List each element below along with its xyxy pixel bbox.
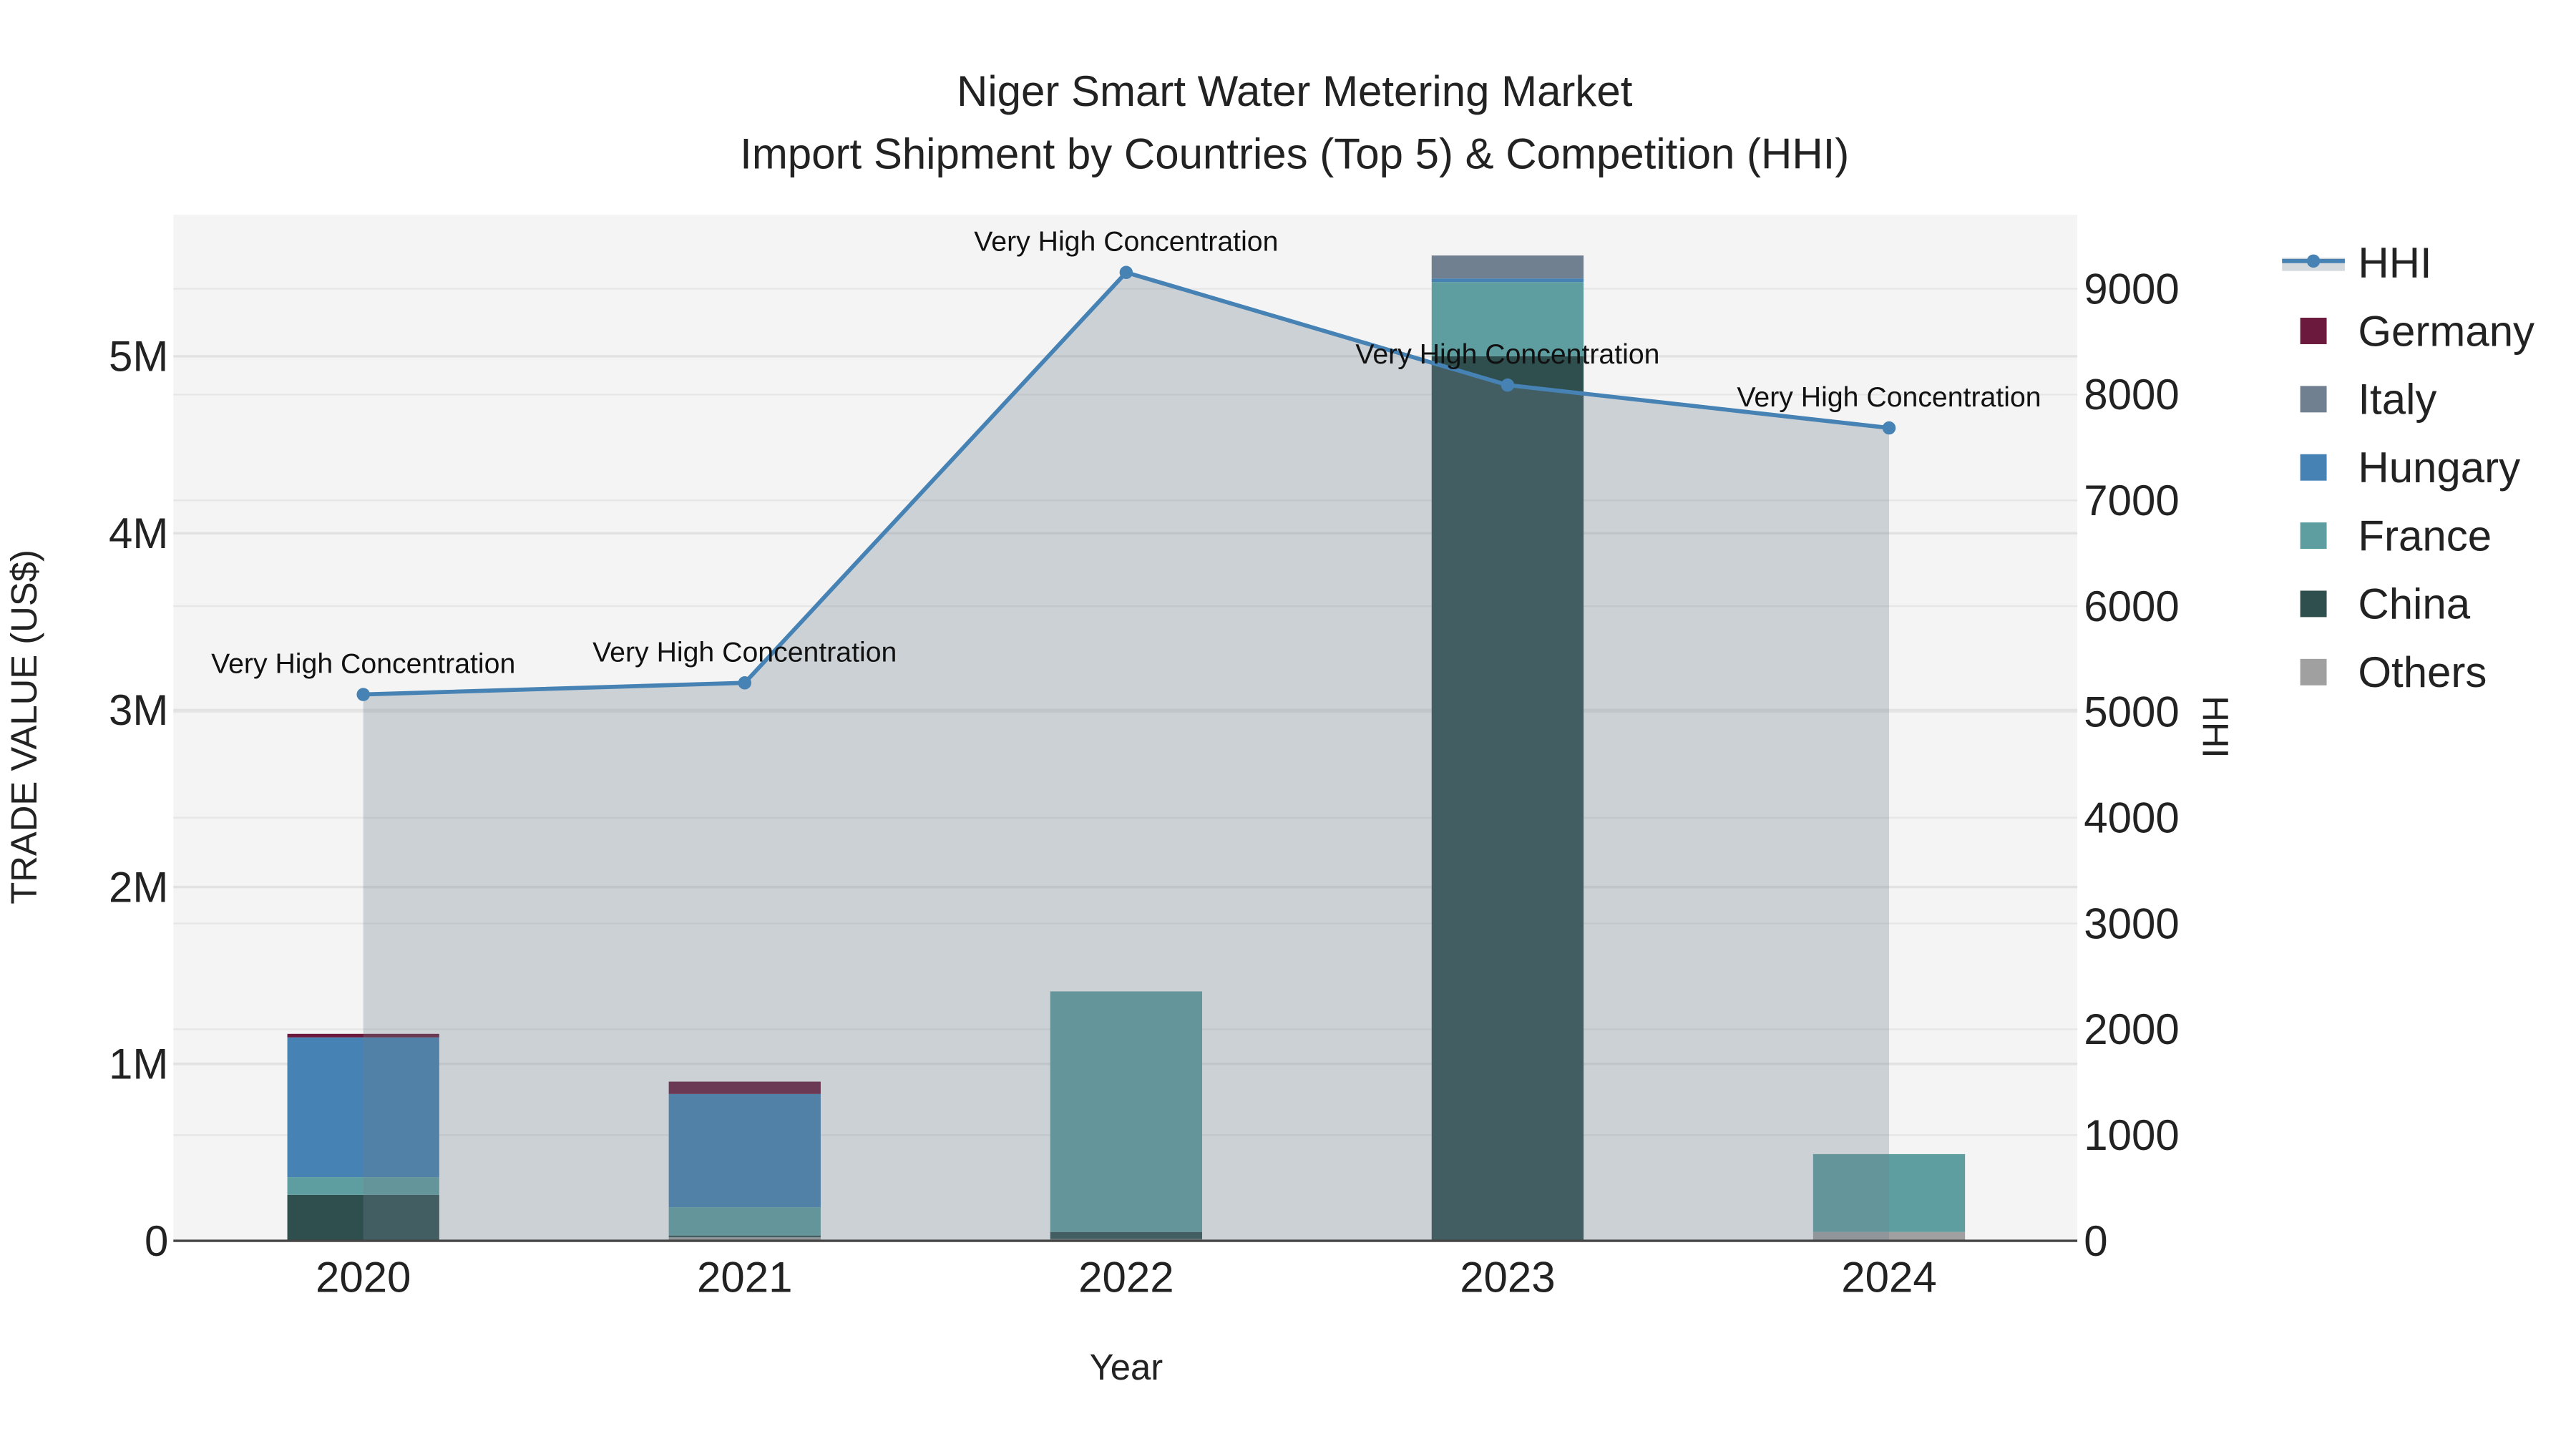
y2-tick-label: 6000: [2084, 582, 2179, 630]
y2-tick-label: 2000: [2084, 1005, 2179, 1053]
legend-swatch-others: [2300, 658, 2327, 686]
legend-label: Hungary: [2358, 444, 2520, 492]
y2-tick-label: 0: [2084, 1217, 2107, 1265]
legend-label: Germany: [2358, 307, 2534, 355]
y2-tick-label: 8000: [2084, 371, 2179, 419]
x-tick-label: 2022: [1078, 1254, 1174, 1302]
legend-swatch-china: [2300, 590, 2327, 618]
legend: HHI Germany Italy Hungary France China Others: [2282, 239, 2534, 696]
x-tick-label: 2021: [697, 1254, 792, 1302]
hhi-annotation: Very High Concentration: [592, 636, 897, 668]
legend-label: HHI: [2358, 239, 2431, 287]
x-tick-label: 2023: [1460, 1254, 1555, 1302]
bar-hungary-2023: [1431, 278, 1584, 283]
y-tick-label: 2M: [109, 863, 168, 911]
legend-swatch-italy: [2300, 386, 2327, 413]
y-tick-label: 3M: [109, 686, 168, 734]
hhi-annotation: Very High Concentration: [1355, 338, 1659, 370]
y-tick-label: 4M: [109, 509, 168, 557]
hhi-point: [1119, 265, 1133, 279]
legend-swatch-france: [2300, 522, 2327, 550]
chart-title: Niger Smart Water Metering Market: [957, 67, 1633, 115]
x-tick-label: 2024: [1841, 1254, 1936, 1302]
hhi-point: [738, 676, 751, 690]
hhi-annotation: Very High Concentration: [1737, 381, 2041, 413]
y2-tick-label: 4000: [2084, 794, 2179, 842]
y-axis-label: TRADE VALUE (US$): [4, 550, 44, 904]
y-tick-label: 0: [145, 1217, 168, 1265]
x-axis-label: Year: [1090, 1347, 1163, 1387]
y2-axis-label: HHI: [2195, 696, 2235, 758]
bar-italy-2023: [1431, 255, 1584, 279]
hhi-point: [1501, 378, 1515, 392]
chart: Niger Smart Water Metering Market Import…: [4, 67, 2534, 1387]
hhi-annotation: Very High Concentration: [211, 648, 515, 680]
y2-tick-label: 1000: [2084, 1111, 2179, 1159]
y2-tick-label: 7000: [2084, 477, 2179, 525]
x-tick-label: 2020: [316, 1254, 411, 1302]
legend-label: France: [2358, 512, 2492, 560]
hhi-point: [1882, 421, 1896, 435]
legend-swatch-hungary: [2300, 454, 2327, 481]
legend-label: Italy: [2358, 376, 2436, 424]
chart-subtitle: Import Shipment by Countries (Top 5) & C…: [740, 130, 1849, 178]
y-tick-label: 5M: [109, 333, 168, 381]
legend-swatch-germany: [2300, 318, 2327, 344]
legend-label: China: [2358, 580, 2470, 628]
y2-tick-label: 3000: [2084, 899, 2179, 947]
legend-label: Others: [2358, 648, 2487, 696]
y2-tick-label: 5000: [2084, 688, 2179, 736]
y-tick-label: 1M: [109, 1040, 168, 1088]
hhi-point: [356, 688, 370, 701]
hhi-annotation: Very High Concentration: [974, 226, 1278, 258]
legend-hhi-marker: [2306, 254, 2321, 268]
y2-tick-label: 9000: [2084, 265, 2179, 313]
